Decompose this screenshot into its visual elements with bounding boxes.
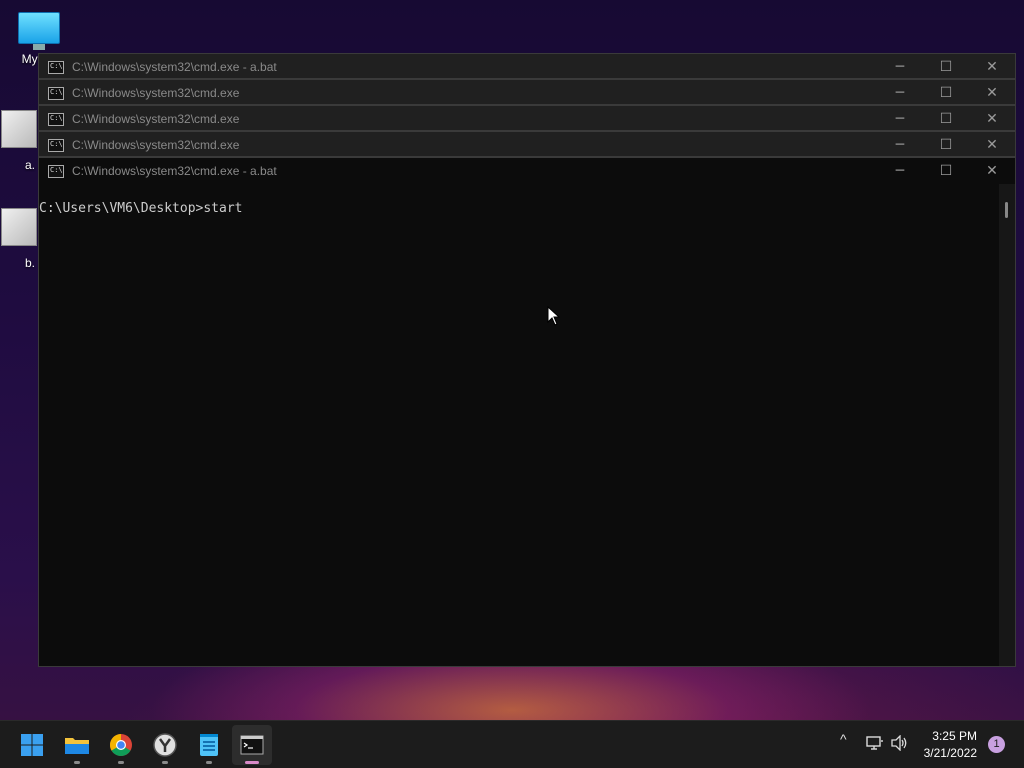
cmd-window-1[interactable]: C:\ C:\Windows\system32\cmd.exe - a.bat … <box>38 53 1016 79</box>
maximize-button[interactable]: ☐ <box>923 158 969 184</box>
volume-icon[interactable] <box>891 735 909 751</box>
clock-date: 3/21/2022 <box>923 746 977 760</box>
window-title: C:\Windows\system32\cmd.exe <box>72 86 240 100</box>
terminal-icon <box>240 735 264 755</box>
cmd-window-4[interactable]: C:\ C:\Windows\system32\cmd.exe ─ ☐ ✕ <box>38 131 1016 157</box>
scroll-thumb[interactable] <box>1005 202 1008 218</box>
running-indicator <box>118 761 124 764</box>
maximize-button[interactable]: ☐ <box>923 54 969 80</box>
minimize-button[interactable]: ─ <box>877 80 923 106</box>
cmd-window-2[interactable]: C:\ C:\Windows\system32\cmd.exe ─ ☐ ✕ <box>38 79 1016 105</box>
mouse-pointer-icon <box>547 306 561 326</box>
minimize-button[interactable]: ─ <box>877 54 923 80</box>
maximize-button[interactable]: ☐ <box>923 106 969 132</box>
running-indicator <box>74 761 80 764</box>
system-clock[interactable]: 3:25 PM 3/21/2022 <box>924 728 977 762</box>
title-bar[interactable]: C:\ C:\Windows\system32\cmd.exe - a.bat <box>39 54 1015 80</box>
file-icon <box>1 208 37 246</box>
minimize-button[interactable]: ─ <box>877 106 923 132</box>
start-button[interactable] <box>12 725 52 765</box>
y-app-icon <box>153 733 177 757</box>
notepad-button[interactable] <box>189 725 229 765</box>
running-indicator <box>206 761 212 764</box>
console-prompt-line: C:\Users\VM6\Desktop>start <box>39 201 243 216</box>
title-bar[interactable]: C:\ C:\Windows\system32\cmd.exe <box>39 80 1015 106</box>
close-button[interactable]: ✕ <box>969 80 1015 106</box>
app-y-button[interactable] <box>145 725 185 765</box>
file-explorer-button[interactable] <box>57 725 97 765</box>
maximize-button[interactable]: ☐ <box>923 80 969 106</box>
chrome-button[interactable] <box>101 725 141 765</box>
running-indicator <box>162 761 168 764</box>
minimize-button[interactable]: ─ <box>877 158 923 184</box>
file-icon <box>1 110 37 148</box>
cmd-taskbar-button[interactable] <box>232 725 272 765</box>
window-title: C:\Windows\system32\cmd.exe - a.bat <box>72 164 277 178</box>
windows-logo-icon <box>21 734 43 756</box>
close-button[interactable]: ✕ <box>969 54 1015 80</box>
folder-icon <box>65 738 89 754</box>
window-title: C:\Windows\system32\cmd.exe - a.bat <box>72 60 277 74</box>
taskbar: ^ 3:25 PM 3/21/2022 1 <box>0 720 1024 768</box>
cmd-icon: C:\ <box>48 164 64 178</box>
cmd-icon: C:\ <box>48 86 64 100</box>
active-indicator <box>245 761 259 764</box>
notepad-icon <box>200 734 218 756</box>
show-hidden-icons-chevron-icon[interactable]: ^ <box>840 731 847 747</box>
cmd-window-main[interactable]: C:\ C:\Windows\system32\cmd.exe - a.bat … <box>38 157 1016 667</box>
close-button[interactable]: ✕ <box>969 132 1015 158</box>
window-title: C:\Windows\system32\cmd.exe <box>72 112 240 126</box>
cmd-icon: C:\ <box>48 60 64 74</box>
close-button[interactable]: ✕ <box>969 158 1015 184</box>
console-area[interactable]: C:\Users\VM6\Desktop>start <box>39 184 1015 666</box>
window-title: C:\Windows\system32\cmd.exe <box>72 138 240 152</box>
clock-time: 3:25 PM <box>932 729 977 743</box>
close-button[interactable]: ✕ <box>969 106 1015 132</box>
maximize-button[interactable]: ☐ <box>923 132 969 158</box>
notification-badge[interactable]: 1 <box>988 736 1005 753</box>
network-icon[interactable] <box>866 735 884 751</box>
cmd-window-3[interactable]: C:\ C:\Windows\system32\cmd.exe ─ ☐ ✕ <box>38 105 1016 131</box>
monitor-icon <box>18 12 60 50</box>
vertical-scrollbar[interactable] <box>999 184 1015 666</box>
minimize-button[interactable]: ─ <box>877 132 923 158</box>
cmd-icon: C:\ <box>48 138 64 152</box>
title-bar[interactable]: C:\ C:\Windows\system32\cmd.exe - a.bat <box>39 158 1015 184</box>
title-bar[interactable]: C:\ C:\Windows\system32\cmd.exe <box>39 106 1015 132</box>
title-bar[interactable]: C:\ C:\Windows\system32\cmd.exe <box>39 132 1015 158</box>
chrome-icon <box>110 734 132 756</box>
cmd-icon: C:\ <box>48 112 64 126</box>
